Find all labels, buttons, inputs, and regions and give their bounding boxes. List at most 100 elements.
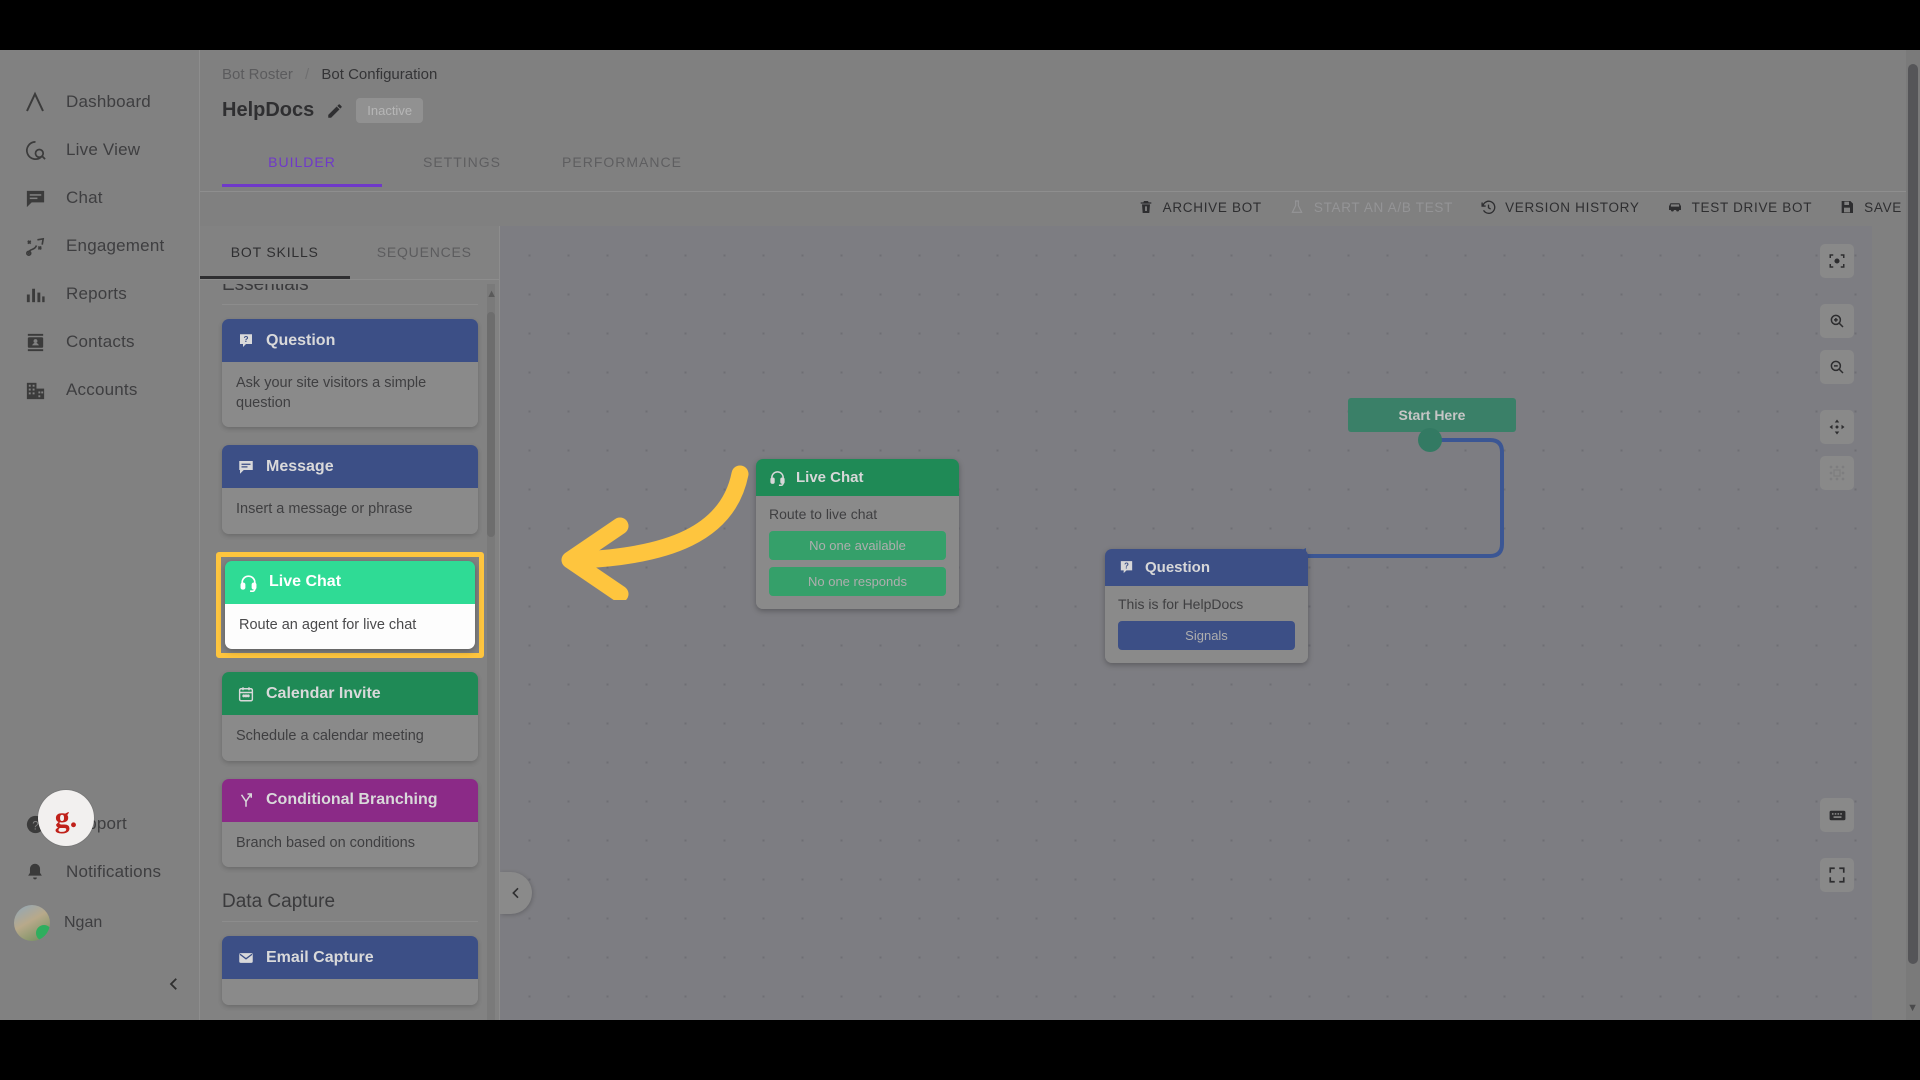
skill-card-calendar-invite[interactable]: Calendar Invite Schedule a calendar meet…: [222, 672, 478, 761]
sidebar-collapse-button[interactable]: [160, 970, 188, 998]
car-icon: [1666, 198, 1684, 216]
canvas-node-question[interactable]: ? Question This is for HelpDocs Signals: [1105, 549, 1308, 663]
skills-scrollbar-thumb[interactable]: [487, 312, 495, 537]
skill-card-description: Ask your site visitors a simple question: [222, 362, 478, 428]
zoom-out-button[interactable]: [1820, 350, 1854, 384]
test-drive-bot-button[interactable]: TEST DRIVE BOT: [1666, 198, 1813, 216]
breadcrumb-parent[interactable]: Bot Roster: [222, 66, 293, 83]
sidebar-item-chat[interactable]: Chat: [0, 174, 199, 222]
avatar: [14, 905, 50, 941]
grammarly-badge-icon[interactable]: g.: [38, 790, 94, 846]
pan-move-icon: [1829, 419, 1845, 435]
pencil-icon[interactable]: [326, 102, 344, 120]
skill-card-header: Live Chat: [225, 560, 475, 604]
skill-card-conditional-branching[interactable]: Conditional Branching Branch based on co…: [222, 778, 478, 868]
canvas-node-header: ? Question: [1105, 549, 1308, 586]
sidebar-item-live-view[interactable]: Live View: [0, 126, 199, 174]
skill-card-title: Live Chat: [269, 573, 342, 591]
sidebar-user-row[interactable]: Ngan g.: [0, 790, 199, 950]
skill-card-header: Conditional Branching: [222, 778, 478, 822]
save-button[interactable]: SAVE: [1838, 198, 1902, 216]
archive-bot-button[interactable]: ARCHIVE BOT: [1137, 198, 1262, 216]
snap-grid-button[interactable]: [1820, 456, 1854, 490]
sidebar-item-label: Contacts: [66, 332, 135, 351]
tab-bot-skills[interactable]: BOT SKILLS: [200, 226, 350, 279]
canvas-node-title: Live Chat: [796, 469, 864, 486]
start-ab-test-button[interactable]: START AN A/B TEST: [1288, 198, 1453, 216]
sidebar-item-engagement[interactable]: Engagement: [0, 222, 199, 270]
skill-card-live-chat-highlight: Live Chat Route an agent for live chat: [216, 551, 484, 659]
question-badge-icon: ?: [1118, 559, 1135, 576]
flow-canvas[interactable]: Start Here Live Chat Route to live chat …: [500, 226, 1872, 1020]
tab-builder[interactable]: BUILDER: [222, 142, 382, 187]
skill-card-email-capture[interactable]: Email Capture: [222, 936, 478, 1006]
start-here-node[interactable]: Start Here: [1348, 398, 1516, 432]
pan-move-button[interactable]: [1820, 410, 1854, 444]
tab-performance[interactable]: PERFORMANCE: [542, 142, 702, 187]
page-title-row: HelpDocs Inactive: [222, 98, 424, 123]
headset-icon: [239, 573, 258, 592]
skill-card-header: Email Capture: [222, 936, 478, 980]
zoom-in-button[interactable]: [1820, 304, 1854, 338]
user-name: Ngan: [64, 914, 103, 931]
canvas-node-text: Route to live chat: [769, 506, 878, 522]
screenshot-root: Dashboard Live View Chat Engagement Repo…: [0, 0, 1920, 1080]
sidebar-item-support[interactable]: ? Support: [0, 800, 199, 848]
sidebar-item-accounts[interactable]: Accounts: [0, 366, 199, 414]
canvas-node-live-chat[interactable]: Live Chat Route to live chat No one avai…: [756, 459, 959, 609]
canvas-node-body: Route to live chat No one available No o…: [756, 496, 959, 609]
building-icon: [22, 377, 48, 403]
skill-card-question[interactable]: ? Question Ask your site visitors a simp…: [222, 319, 478, 428]
sidebar-item-label: Chat: [66, 188, 103, 207]
breadcrumb-current: Bot Configuration: [321, 66, 438, 83]
skill-card-header: Calendar Invite: [222, 672, 478, 716]
keyboard-shortcuts-button[interactable]: [1820, 798, 1854, 832]
scroll-up-arrow-icon[interactable]: ▲: [486, 288, 497, 300]
canvas-node-option[interactable]: Signals: [1118, 621, 1295, 650]
center-focus-button[interactable]: [1820, 244, 1854, 278]
zoom-in-icon: [1830, 314, 1844, 328]
headset-icon: [769, 469, 786, 486]
sidebar-item-label: Dashboard: [66, 92, 151, 111]
fullscreen-button[interactable]: [1820, 858, 1854, 892]
tabs-divider: [200, 191, 1920, 192]
main-region: Bot Roster / Bot Configuration HelpDocs …: [200, 50, 1920, 1020]
snap-grid-icon: [1829, 465, 1845, 481]
canvas-node-body: This is for HelpDocs Signals: [1105, 586, 1308, 663]
keyboard-icon: [1829, 810, 1845, 820]
canvas-node-text: This is for HelpDocs: [1118, 596, 1244, 612]
scroll-down-arrow-icon[interactable]: ▼: [1907, 1002, 1918, 1014]
tab-settings[interactable]: SETTINGS: [382, 142, 542, 187]
skill-card-message[interactable]: Message Insert a message or phrase: [222, 445, 478, 534]
skill-card-title: Question: [266, 331, 336, 349]
sidebar-item-label: Notifications: [66, 862, 162, 881]
canvas-node-option[interactable]: No one responds: [769, 567, 946, 596]
main-tabs: BUILDER SETTINGS PERFORMANCE: [222, 142, 702, 187]
canvas-tools-top: [1820, 244, 1854, 502]
sidebar-item-label: Live View: [66, 140, 141, 159]
live-view-icon: [22, 137, 48, 163]
toolbar-label: TEST DRIVE BOT: [1691, 199, 1813, 215]
chevron-left-icon: [512, 887, 519, 899]
skill-card-description: [222, 979, 478, 1006]
skill-card-description: Branch based on conditions: [222, 821, 478, 868]
start-here-connector-dot[interactable]: [1418, 428, 1442, 452]
primary-sidebar: Dashboard Live View Chat Engagement Repo…: [0, 50, 200, 1020]
sidebar-bottom-items: ? Support Notifications Ngan g.: [0, 790, 199, 950]
page-title: HelpDocs: [222, 99, 315, 121]
bell-icon: [22, 859, 48, 885]
tab-sequences[interactable]: SEQUENCES: [350, 226, 500, 279]
canvas-node-option[interactable]: No one available: [769, 531, 946, 560]
app-scrollbar-thumb[interactable]: [1908, 64, 1918, 964]
envelope-icon: [236, 948, 255, 967]
sidebar-item-contacts[interactable]: Contacts: [0, 318, 199, 366]
skill-card-live-chat[interactable]: Live Chat Route an agent for live chat: [225, 560, 475, 650]
version-history-button[interactable]: VERSION HISTORY: [1479, 198, 1640, 216]
toolbar-label: VERSION HISTORY: [1505, 199, 1640, 215]
sidebar-item-notifications[interactable]: Notifications: [0, 848, 199, 896]
sidebar-item-reports[interactable]: Reports: [0, 270, 199, 318]
application-window: Dashboard Live View Chat Engagement Repo…: [0, 50, 1920, 1020]
sidebar-item-dashboard[interactable]: Dashboard: [0, 78, 199, 126]
toolbar-label: SAVE: [1864, 199, 1902, 215]
section-heading-essentials: Essentials: [222, 284, 478, 305]
